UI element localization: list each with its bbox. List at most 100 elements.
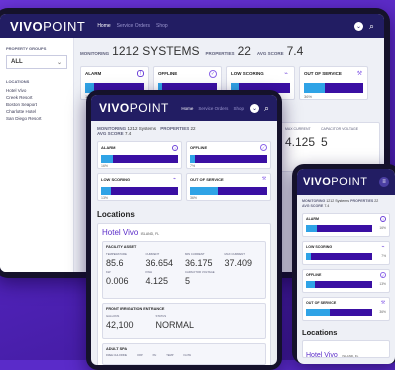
properties-label: PROPERTIES [205,51,235,56]
hotel-subtitle: ISLAND, FL [140,232,160,236]
hotel-title[interactable]: Hotel Vivo ISLAND, FL [102,228,266,237]
alarm-icon: ! [137,70,144,77]
free-chlorine-label: FREE CHLORINE [106,354,128,357]
search-icon[interactable]: ⌕ [264,103,269,114]
monitoring-value: 1212 Systems [326,199,350,203]
location-item[interactable]: Boston Seaport [6,101,67,108]
location-item[interactable]: Charlotte Hotel [6,108,67,115]
brand-logo[interactable]: VIVOPOINT [303,176,367,188]
user-menu-icon[interactable]: ⌄ [249,103,259,113]
hotel-subtitle: ISLAND, FL [342,354,359,358]
brand-logo[interactable]: VIVOPOINT [10,19,85,34]
card-title: ALARM [306,217,319,221]
card-percent: 13% [379,282,386,286]
avg-score-label: AVG SCORE [97,131,124,136]
check-icon: ✓ [209,70,217,78]
alarm-card[interactable]: ALARM ! 16% [302,213,390,237]
brand-logo[interactable]: VIVOPOINT [99,101,169,115]
progress-bar [306,253,372,260]
card-percent: 13% [101,196,109,200]
chevron-down-icon: ⌄ [56,59,62,66]
nav-home[interactable]: Home [97,23,110,29]
properties-label: PROPERTIES [350,199,374,203]
property-group-select[interactable]: ALL ⌄ [6,55,67,69]
nav-service-orders[interactable]: Service Orders [198,106,228,111]
alarm-icon: ! [380,216,386,222]
card-title: ALARM [85,71,102,76]
card-percent: 7% [190,164,196,168]
min-current-label: MIN CURRENT [185,252,205,256]
status-value: NORMAL [155,320,195,330]
avg-score-label: AVG SCORE [302,204,324,208]
nav-home[interactable]: Home [181,106,193,111]
progress-fill [101,155,114,163]
card-title: ALARM [101,145,116,150]
out-of-service-card[interactable]: OUT OF SERVICE ⚒ 36% [186,173,271,201]
menu-icon[interactable]: ≡ [379,177,389,187]
monitoring-value: 1212 Systems [127,126,156,131]
kw-value: 0.006 [106,276,129,286]
adult-spa-panel[interactable]: ADULT SPA FREE CHLORINE ORP PH TEMP FLOW [102,343,266,365]
user-menu-icon[interactable]: ⌄ [353,21,363,31]
locations-label: LOCATIONS [6,79,30,84]
asset-title: ADULT SPA [106,347,128,351]
search-icon[interactable]: ⌕ [369,21,374,32]
wrench-icon: ⚒ [261,176,267,182]
main-nav: Home Service Orders Shop [181,106,244,111]
tablet-stats: MONITORING 1212 Systems PROPERTIES 22 AV… [91,121,277,141]
progress-bar [190,155,267,163]
alarm-card[interactable]: ALARM ! 16% [97,141,182,169]
progress-bar [306,281,372,288]
location-card[interactable]: Hotel Vivo ISLAND, FL [302,340,390,359]
tablet-device: VIVOPOINT Home Service Orders Shop ⌄ ⌕ M… [86,90,282,370]
low-scoring-card[interactable]: LOW SCORING ⌁ 7% [302,241,390,265]
location-item[interactable]: Hotel Vivo [6,87,67,94]
flow-label: FLOW [183,354,192,357]
irrigation-panel[interactable]: FRONT IRRIGATION ENTRANCE GALLONS 42,100 … [102,303,266,339]
avg-score-label: AVG SCORE [256,51,284,56]
nav-shop[interactable]: Shop [156,23,168,29]
check-icon: ✓ [380,272,386,278]
offline-card[interactable]: OFFLINE ✓ 13% [302,269,390,293]
properties-label: PROPERTIES [160,126,190,131]
hotel-name: Hotel Vivo [306,352,338,359]
avg-score-value: 7.4 [324,204,330,208]
location-item[interactable]: Creek Resort [6,94,67,101]
progress-fill [306,281,315,288]
temperature-value: 85.6 [106,258,124,268]
wrench-icon: ⚒ [356,71,363,77]
facility-asset-panel[interactable]: FACILITY ASSET TEMPERATURE 85.6 CURRENT 36… [102,241,266,299]
progress-fill [306,225,317,232]
desktop-stats: MONITORING 1212 SYSTEMS PROPERTIES 22 AV… [80,44,303,58]
progress-fill [306,309,330,316]
card-percent: 16% [379,226,386,230]
capacitor-voltage-label: CAPACITOR VOLTAGE [321,127,359,131]
temperature-label: TEMPERATURE [106,252,127,256]
monitoring-value: 1212 SYSTEMS [112,44,200,58]
status-label: STATUS [155,314,167,318]
max-current-label: MAX CURRENT [285,127,311,131]
progress-bar [306,309,372,316]
out-of-service-card[interactable]: OUT OF SERVICE ⚒ 36% [302,297,390,321]
progress-bar [304,83,363,93]
kwh-label: KWH [145,270,153,274]
nav-service-orders[interactable]: Service Orders [117,23,150,29]
progress-fill [190,155,196,163]
out-of-service-card[interactable]: OUT OF SERVICE ⚒ 36% [299,66,368,100]
asset-title: FACILITY ASSET [106,245,137,249]
gallons-value: 42,100 [106,320,134,330]
locations-heading: Locations [302,328,338,337]
nav-shop[interactable]: Shop [233,106,244,111]
progress-bar [101,155,178,163]
kw-label: KW [106,270,111,274]
capacitor-voltage-value: 5 [321,135,328,149]
current-value: 36.654 [145,258,174,268]
capacitor-voltage-value: 5 [185,276,191,286]
location-item[interactable]: San Diego Resort [6,115,67,122]
location-card: Hotel Vivo ISLAND, FL FACILITY ASSET TEM… [97,223,271,365]
asset-title: FRONT IRRIGATION ENTRANCE [106,307,165,311]
orp-label: ORP [137,354,143,357]
offline-card[interactable]: OFFLINE ✓ 7% [186,141,271,169]
desktop-header: VIVOPOINT Home Service Orders Shop ⌄ ⌕ [0,14,384,38]
low-scoring-card[interactable]: LOW SCORING ⌁ 13% [97,173,182,201]
